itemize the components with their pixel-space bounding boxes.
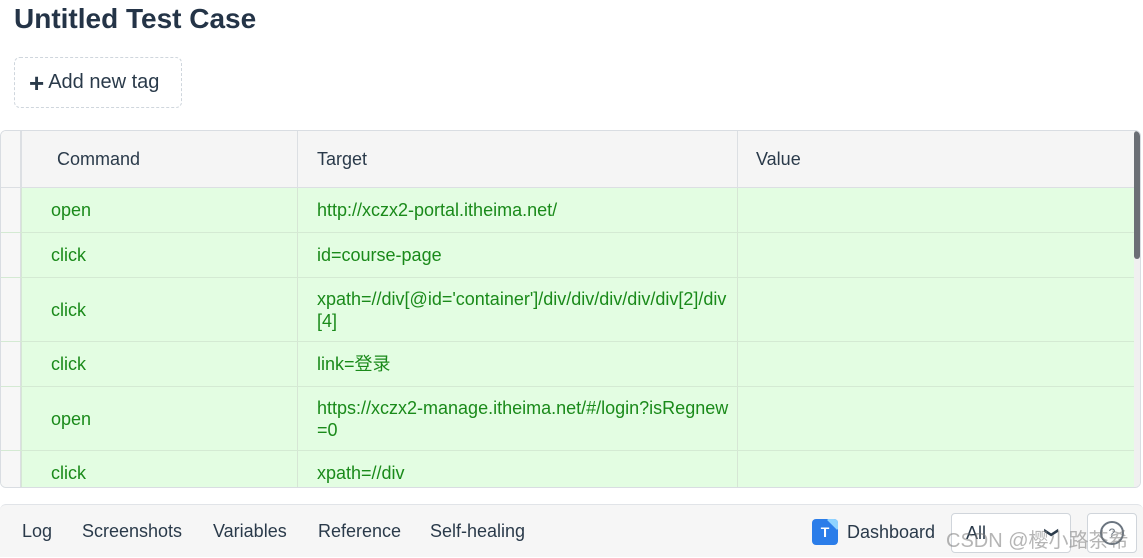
dashboard-button[interactable]: T Dashboard [812, 517, 935, 547]
column-header-command[interactable]: Command [21, 131, 297, 188]
tab-log[interactable]: Log [22, 505, 52, 558]
command-cell[interactable]: click [21, 278, 297, 341]
table-row[interactable]: click link=登录 [1, 342, 1140, 387]
table-row[interactable]: click id=course-page [1, 233, 1140, 278]
table-header: Command Target Value [1, 131, 1140, 188]
tab-variables[interactable]: Variables [213, 505, 287, 558]
bottom-panel-tabs: Log Screenshots Variables Reference Self… [0, 504, 1143, 557]
target-cell[interactable]: xpath=//div[@id='container']/div/div/div… [297, 278, 737, 341]
tab-screenshots[interactable]: Screenshots [82, 505, 182, 558]
target-cell[interactable]: link=登录 [297, 342, 737, 386]
target-cell[interactable]: http://xczx2-portal.itheima.net/ [297, 188, 737, 232]
help-icon: ? [1100, 521, 1124, 545]
log-filter-value: All [966, 522, 987, 543]
table-row[interactable]: open http://xczx2-portal.itheima.net/ [1, 188, 1140, 233]
column-header-target[interactable]: Target [297, 131, 737, 188]
add-new-tag-label: Add new tag [48, 71, 160, 93]
log-filter-select[interactable]: All ❯ [951, 513, 1071, 553]
command-cell[interactable]: open [21, 387, 297, 450]
value-cell[interactable] [737, 278, 1135, 341]
table-row[interactable]: click xpath=//div [1, 451, 1140, 487]
dashboard-label: Dashboard [847, 521, 936, 542]
command-cell[interactable]: click [21, 233, 297, 277]
value-cell[interactable] [737, 387, 1135, 450]
plus-icon: + [29, 67, 45, 98]
value-cell[interactable] [737, 233, 1135, 277]
row-gutter [1, 451, 21, 487]
scrollbar-thumb[interactable] [1134, 131, 1140, 259]
value-cell[interactable] [737, 451, 1135, 487]
value-cell[interactable] [737, 188, 1135, 232]
target-cell[interactable]: xpath=//div [297, 451, 737, 487]
row-gutter [1, 278, 21, 341]
command-cell[interactable]: click [21, 342, 297, 386]
header-gutter [1, 131, 21, 187]
row-gutter [1, 342, 21, 386]
table-row[interactable]: open https://xczx2-manage.itheima.net/#/… [1, 387, 1140, 451]
value-cell[interactable] [737, 342, 1135, 386]
add-new-tag-button[interactable]: + Add new tag [14, 57, 182, 108]
table-row[interactable]: click xpath=//div[@id='container']/div/d… [1, 278, 1140, 342]
chevron-down-icon: ❯ [1044, 526, 1061, 539]
target-cell[interactable]: id=course-page [297, 233, 737, 277]
row-gutter [1, 188, 21, 232]
command-cell[interactable]: click [21, 451, 297, 487]
command-cell[interactable]: open [21, 188, 297, 232]
row-gutter [1, 233, 21, 277]
tab-self-healing[interactable]: Self-healing [430, 505, 525, 558]
page-title: Untitled Test Case [14, 3, 257, 34]
row-gutter [1, 387, 21, 450]
column-header-value[interactable]: Value [737, 131, 1135, 188]
table-scrollbar[interactable] [1134, 131, 1140, 487]
target-cell[interactable]: https://xczx2-manage.itheima.net/#/login… [297, 387, 737, 450]
command-table: Command Target Value open http://xczx2-p… [0, 130, 1141, 488]
dashboard-logo-icon: T [812, 519, 838, 545]
help-button[interactable]: ? [1087, 513, 1137, 553]
tab-reference[interactable]: Reference [318, 505, 401, 558]
